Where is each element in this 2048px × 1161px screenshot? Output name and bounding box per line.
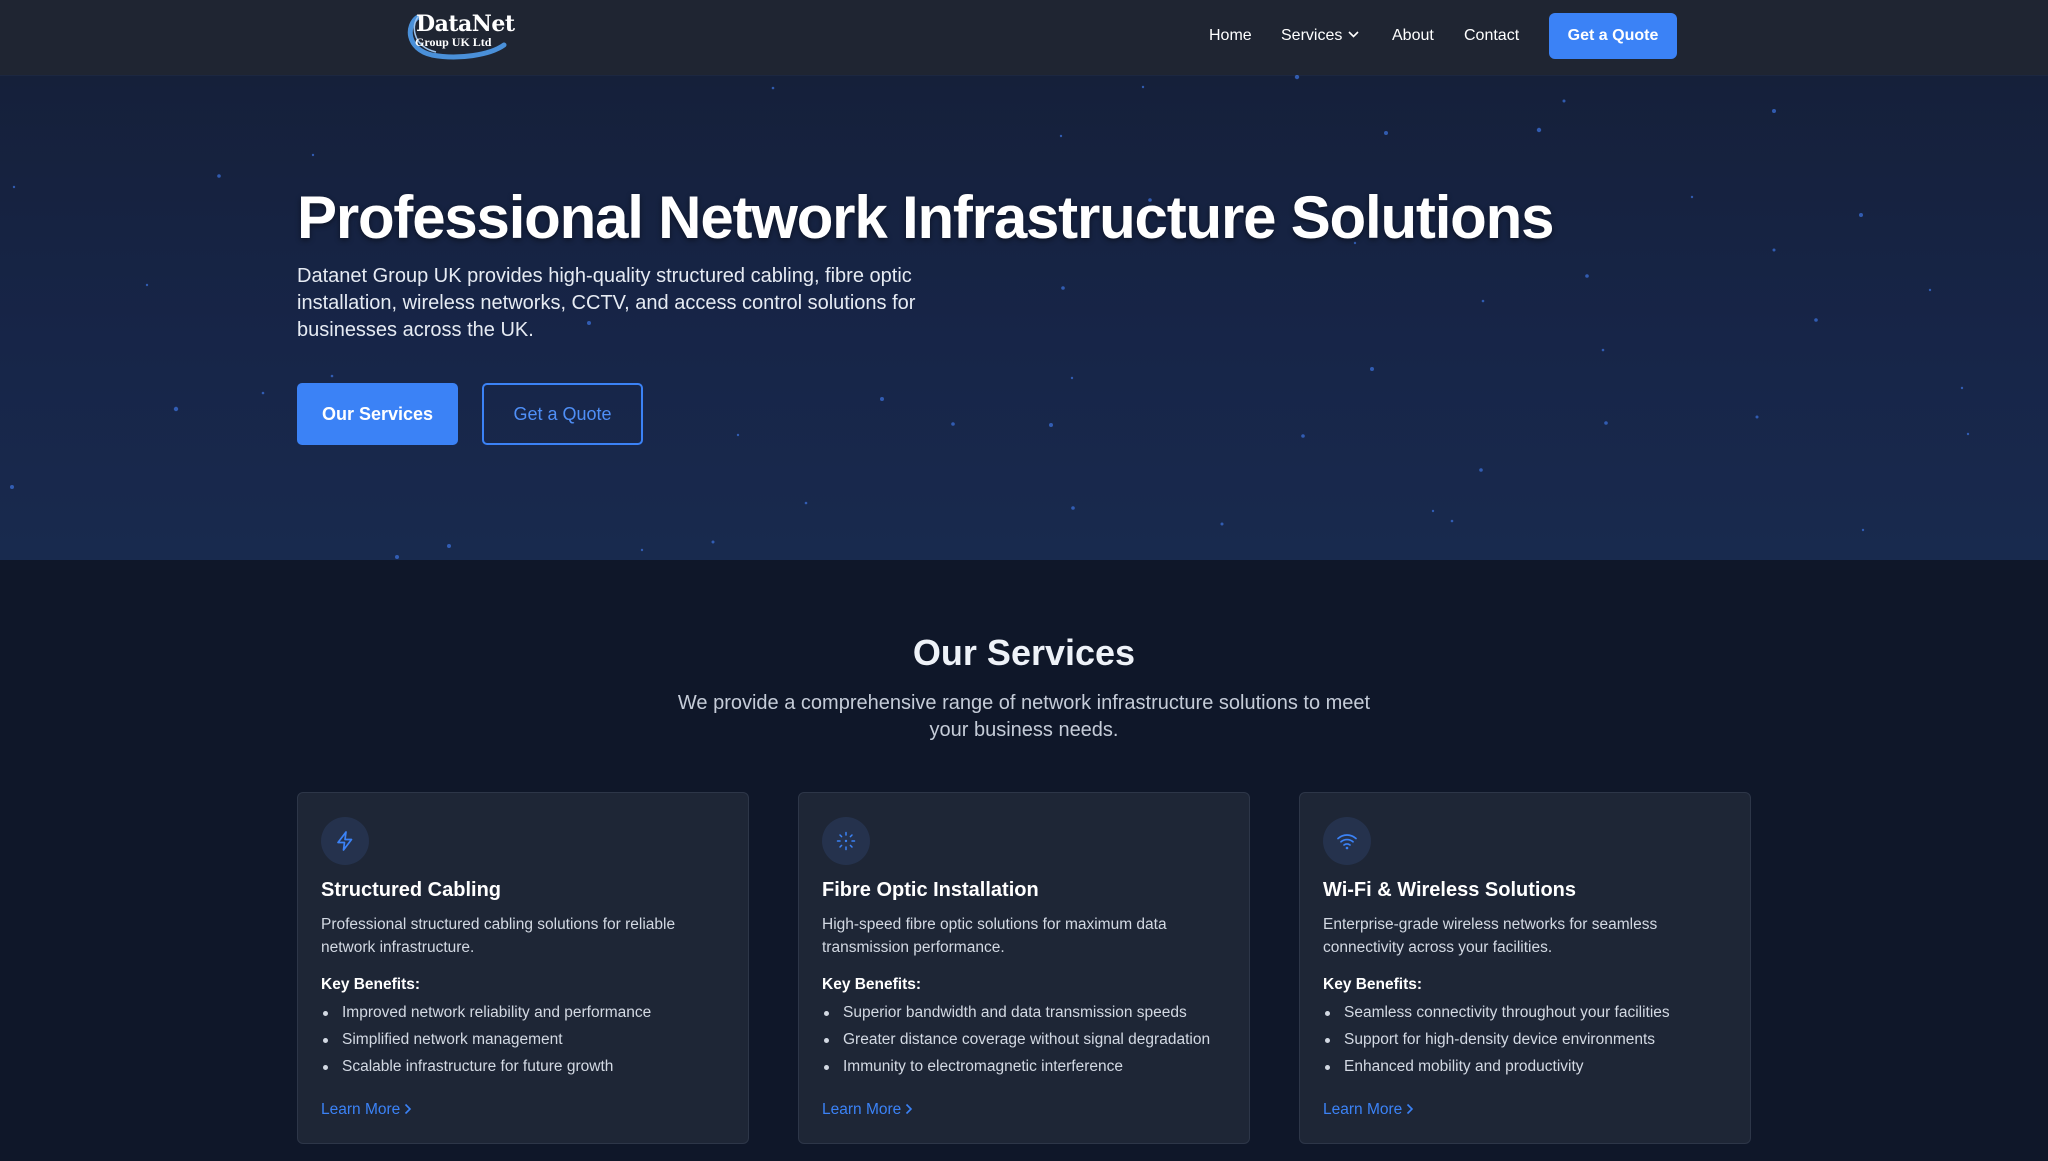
datanet-logo[interactable]: DataNet Group UK Ltd — [400, 5, 515, 61]
fibre-burst-icon — [836, 831, 856, 851]
hero-get-quote-button[interactable]: Get a Quote — [482, 383, 643, 445]
nav-home[interactable]: Home — [1209, 26, 1252, 46]
header-get-quote-button[interactable]: Get a Quote — [1549, 13, 1677, 59]
services-section: Our Services We provide a comprehensive … — [0, 560, 2048, 1161]
chevron-right-icon — [405, 1103, 412, 1114]
learn-more-label: Learn More — [1323, 1101, 1403, 1118]
learn-more-link[interactable]: Learn More — [1323, 1101, 1414, 1119]
chevron-down-icon — [1348, 31, 1359, 38]
card-description: Enterprise-grade wireless networks for s… — [1323, 916, 1658, 956]
chevron-right-icon — [906, 1103, 913, 1114]
wifi-icon — [1337, 834, 1357, 850]
learn-more-label: Learn More — [822, 1101, 902, 1118]
our-services-button[interactable]: Our Services — [297, 383, 458, 445]
lightning-icon — [337, 831, 353, 851]
key-benefits-label: Key Benefits: — [822, 976, 922, 993]
card-description: High-speed fibre optic solutions for max… — [822, 916, 1167, 956]
services-subtitle: We provide a comprehensive range of netw… — [677, 692, 1371, 741]
nav-services-label: Services — [1281, 27, 1343, 44]
nav-services[interactable]: Services — [1281, 26, 1359, 46]
benefit-item: Greater distance coverage without signal… — [822, 1026, 1210, 1053]
card-description: Professional structured cabling solution… — [321, 916, 676, 956]
hero-section: Professional Network Infrastructure Solu… — [0, 75, 2048, 560]
site-header: DataNet Group UK Ltd Home Services About… — [0, 0, 2048, 75]
benefit-item: Scalable infrastructure for future growt… — [321, 1053, 651, 1080]
chevron-right-icon — [1407, 1103, 1414, 1114]
benefits-list: Superior bandwidth and data transmission… — [822, 999, 1210, 1080]
hero-subtitle: Datanet Group UK provides high-quality s… — [297, 265, 916, 341]
nav-contact[interactable]: Contact — [1464, 26, 1519, 46]
logo-name: DataNet — [416, 11, 515, 37]
benefit-item: Support for high-density device environm… — [1323, 1026, 1670, 1053]
learn-more-link[interactable]: Learn More — [321, 1101, 412, 1119]
key-benefits-label: Key Benefits: — [1323, 976, 1423, 993]
card-title: Fibre Optic Installation — [822, 879, 1039, 901]
benefit-item: Superior bandwidth and data transmission… — [822, 999, 1210, 1026]
benefit-item: Enhanced mobility and productivity — [1323, 1053, 1670, 1080]
nav-about[interactable]: About — [1392, 26, 1434, 46]
hero-title: Professional Network Infrastructure Solu… — [297, 184, 1554, 251]
benefit-item: Seamless connectivity throughout your fa… — [1323, 999, 1670, 1026]
service-card-wifi-wireless: Wi-Fi & Wireless Solutions Enterprise-gr… — [1299, 792, 1751, 1144]
service-card-fibre-optic: Fibre Optic Installation High-speed fibr… — [798, 792, 1250, 1144]
card-title: Structured Cabling — [321, 879, 502, 901]
logo-subname: Group UK Ltd — [415, 35, 492, 49]
key-benefits-label: Key Benefits: — [321, 976, 421, 993]
benefits-list: Seamless connectivity throughout your fa… — [1323, 999, 1670, 1080]
benefit-item: Simplified network management — [321, 1026, 651, 1053]
services-title: Our Services — [912, 632, 1136, 673]
service-card-structured-cabling: Structured Cabling Professional structur… — [297, 792, 749, 1144]
benefits-list: Improved network reliability and perform… — [321, 999, 651, 1080]
benefit-item: Improved network reliability and perform… — [321, 999, 651, 1026]
card-title: Wi-Fi & Wireless Solutions — [1323, 879, 1576, 901]
learn-more-label: Learn More — [321, 1101, 401, 1118]
benefit-item: Immunity to electromagnetic interference — [822, 1053, 1210, 1080]
learn-more-link[interactable]: Learn More — [822, 1101, 913, 1119]
